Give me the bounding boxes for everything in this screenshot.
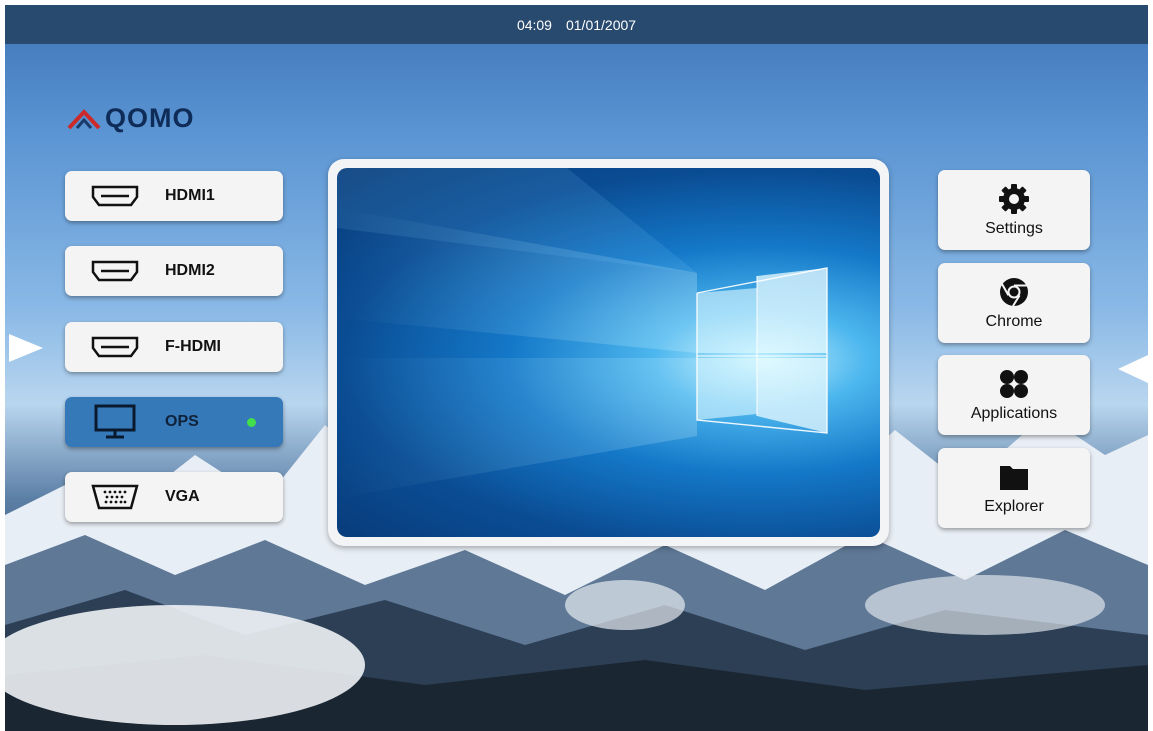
explorer-button[interactable]: Explorer — [938, 448, 1090, 528]
source-label: HDMI2 — [165, 262, 215, 279]
brand-logo: QOMO — [67, 103, 195, 134]
qomo-logo-icon — [67, 108, 101, 129]
source-hdmi1-button[interactable]: HDMI1 — [65, 171, 283, 221]
source-f-hdmi-button[interactable]: F-HDMI — [65, 322, 283, 372]
clock-date: 01/01/2007 — [565, 16, 637, 33]
brand-name: QOMO — [105, 103, 195, 133]
source-vga-button[interactable]: VGA — [65, 472, 283, 522]
vga-port-icon — [89, 482, 141, 512]
status-bar: 04:09 01/01/2007 — [5, 5, 1148, 44]
app-label: Chrome — [985, 313, 1043, 330]
source-label: HDMI1 — [165, 187, 215, 204]
hdmi-port-icon — [89, 181, 141, 211]
source-label: VGA — [165, 488, 200, 505]
right-panel-arrow[interactable] — [1118, 355, 1148, 383]
preview-image — [337, 168, 880, 537]
folder-icon — [998, 460, 1030, 494]
applications-button[interactable]: Applications — [938, 355, 1090, 435]
chrome-button[interactable]: Chrome — [938, 263, 1090, 343]
app-label: Applications — [970, 405, 1058, 422]
settings-button[interactable]: Settings — [938, 170, 1090, 250]
source-preview-window[interactable] — [328, 159, 889, 546]
clock-time: 04:09 — [516, 16, 552, 33]
hdmi-port-icon — [89, 256, 141, 286]
source-hdmi2-button[interactable]: HDMI2 — [65, 246, 283, 296]
signal-indicator — [246, 417, 256, 427]
apps-grid-icon — [998, 367, 1030, 401]
app-label: Settings — [985, 220, 1043, 237]
app-label: Explorer — [984, 498, 1044, 515]
source-ops-button[interactable]: OPS — [65, 397, 283, 447]
source-label: OPS — [165, 413, 199, 430]
source-label: F-HDMI — [165, 338, 221, 355]
left-panel-arrow[interactable] — [9, 334, 43, 362]
chrome-icon — [998, 275, 1030, 309]
home-screen: 04:09 01/01/2007 QOMO HDMI1 HDMI2 F-HDMI… — [5, 5, 1148, 731]
hdmi-port-icon — [89, 332, 141, 362]
monitor-icon — [89, 404, 141, 439]
windows-desktop-preview — [337, 168, 828, 498]
gear-icon — [998, 182, 1030, 216]
